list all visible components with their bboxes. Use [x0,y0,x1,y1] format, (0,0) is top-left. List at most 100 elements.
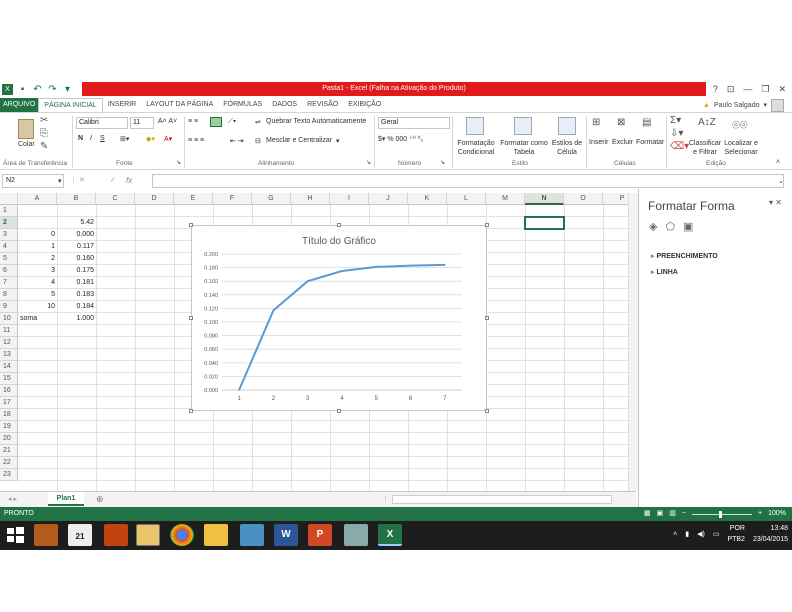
wrap-text-button[interactable]: Quebrar Texto Automaticamente [266,118,366,125]
chrome-app-icon[interactable] [170,524,194,546]
underline-button[interactable]: S [100,135,105,142]
format-button[interactable]: Formatar [636,139,664,146]
column-header[interactable]: A [18,193,57,205]
cell-a9[interactable]: 10 [20,301,55,313]
cell-a3[interactable]: 0 [20,229,55,241]
number-format-select[interactable]: Geral [378,117,450,129]
cell-b5[interactable]: 0.160 [59,253,94,265]
tab-formulas[interactable]: FÓRMULAS [218,98,267,112]
name-box-dropdown-icon[interactable]: ▾ [58,177,62,185]
column-header[interactable]: D [135,193,174,205]
resize-handle[interactable] [485,409,489,413]
row-header[interactable]: 18 [0,409,18,421]
fill-color-icon[interactable]: ◆▾ [146,135,155,143]
volume-icon[interactable]: ◀) [697,530,705,538]
align-middle-icon[interactable] [210,117,222,127]
sort-filter-button[interactable]: Classificar e Filtrar [688,139,722,157]
grow-font-icon[interactable]: A˄ A˅ [158,118,177,125]
start-button[interactable] [4,524,28,546]
ribbon-display-button[interactable]: ⊡ [727,82,735,96]
cell-b9[interactable]: 0.184 [59,301,94,313]
row-header[interactable]: 14 [0,361,18,373]
page-layout-icon[interactable]: ▣ [657,507,664,521]
fill-line-icon[interactable]: ◈ [649,220,657,233]
battery-icon[interactable]: ▭ [713,530,720,538]
size-properties-icon[interactable]: ▣ [683,220,693,233]
undo-icon[interactable]: ↶ [32,84,43,95]
enter-icon[interactable]: ✓ [110,176,116,184]
insert-cells-icon[interactable]: ⊞ [592,117,600,128]
explorer-app-icon[interactable] [34,524,58,546]
indent-icon[interactable]: ⇤ ⇥ [230,137,244,145]
calendar-app-icon[interactable]: 21 [68,524,92,546]
new-sheet-icon[interactable]: ⊕ [96,494,104,505]
format-cells-icon[interactable]: ▤ [642,117,651,128]
insert-function-button[interactable]: fx [126,174,132,188]
matlab-app-icon[interactable] [104,524,128,546]
zoom-level[interactable]: 100% [768,507,786,521]
borders-icon[interactable]: ⊞▾ [120,135,129,143]
resize-handle[interactable] [189,409,193,413]
row-header[interactable]: 1 [0,205,18,217]
row-header[interactable]: 6 [0,265,18,277]
row-header[interactable]: 2 [0,217,18,229]
clock[interactable]: 13:48 23/04/2015 [753,523,788,545]
column-header[interactable]: J [369,193,408,205]
tab-view[interactable]: EXIBIÇÃO [343,98,386,112]
insert-button[interactable]: Inserir [589,139,608,146]
zoom-slider[interactable] [692,510,752,518]
copy-icon[interactable]: ⎘ [40,128,48,139]
tab-home[interactable]: PÁGINA INICIAL [38,98,103,112]
clear-icon[interactable]: ⌫▾ [670,141,689,152]
binoculars-icon[interactable]: ⌾⌾ [732,117,748,133]
column-header[interactable]: B [57,193,96,205]
normal-view-icon[interactable]: ▦ [644,507,651,521]
input-language[interactable]: POR PTB2 [727,523,745,545]
row-header[interactable]: 15 [0,373,18,385]
column-header[interactable]: M [486,193,525,205]
section-line[interactable]: ▸ LINHA [651,268,678,276]
cell-b6[interactable]: 0.175 [59,265,94,277]
format-table-icon[interactable] [514,117,532,135]
tab-data[interactable]: DADOS [267,98,302,112]
bold-button[interactable]: N [78,135,83,142]
cut-icon[interactable]: ✂ [40,115,48,126]
autosum-icon[interactable]: Σ▾ [670,115,681,126]
pane-controls[interactable]: ▾ ✕ [769,198,782,207]
tab-insert[interactable]: INSERIR [103,98,141,112]
row-header[interactable]: 20 [0,433,18,445]
row-header[interactable]: 22 [0,457,18,469]
column-header[interactable]: E [174,193,213,205]
resize-handle[interactable] [189,223,193,227]
collapse-ribbon-icon[interactable]: ˄ [776,159,780,166]
row-header[interactable]: 23 [0,469,18,481]
row-header[interactable]: 8 [0,289,18,301]
zoom-out-icon[interactable]: − [682,507,686,521]
vertical-scrollbar[interactable] [628,193,638,491]
network-icon[interactable]: ▮ [685,530,689,538]
horizontal-scrollbar[interactable] [392,495,612,504]
row-header[interactable]: 16 [0,385,18,397]
formula-input[interactable] [152,174,784,188]
italic-button[interactable]: I [90,135,92,142]
column-header[interactable]: L [447,193,486,205]
column-header[interactable]: N [525,193,564,205]
cell-styles-icon[interactable] [558,117,576,135]
redo-icon[interactable]: ↷ [47,84,58,95]
font-size-select[interactable]: 11 [130,117,154,129]
effects-icon[interactable]: ⬠ [665,220,675,233]
delete-cells-icon[interactable]: ⊠ [617,117,625,128]
column-header[interactable]: G [252,193,291,205]
excel-app-icon[interactable]: X [378,524,402,546]
row-header[interactable]: 7 [0,277,18,289]
column-header[interactable]: C [96,193,135,205]
cell-a7[interactable]: 4 [20,277,55,289]
cell-b3[interactable]: 0.000 [59,229,94,241]
word-app-icon[interactable]: W [274,524,298,546]
cell-b8[interactable]: 0.183 [59,289,94,301]
customize-qat-icon[interactable]: ▾ [62,84,73,95]
font-color-icon[interactable]: A▾ [164,135,172,143]
selected-cell[interactable] [524,216,565,230]
row-header[interactable]: 13 [0,349,18,361]
cell-a10[interactable]: soma [20,313,55,325]
